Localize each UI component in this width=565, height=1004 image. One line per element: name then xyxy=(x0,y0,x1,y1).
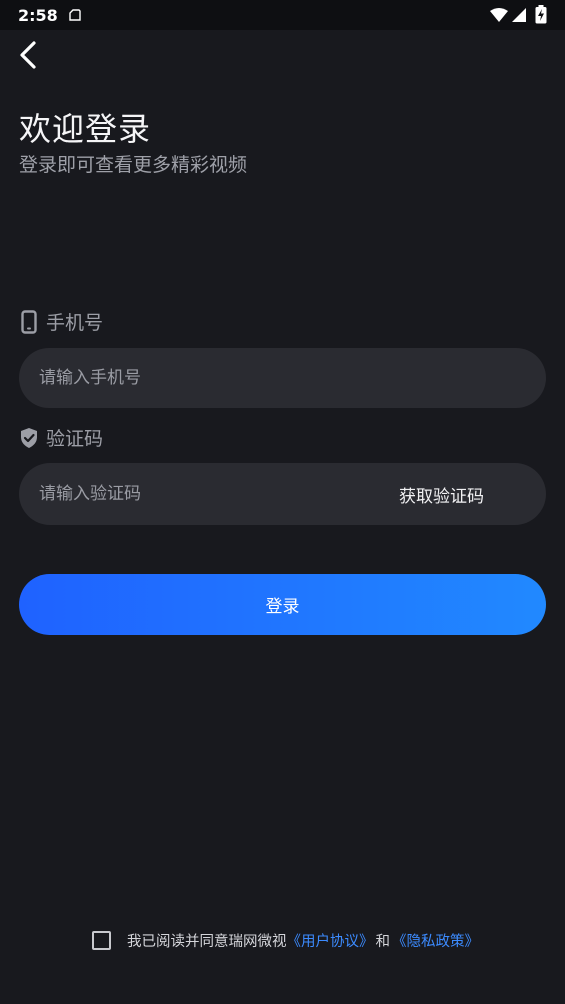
privacy-policy-link[interactable]: 《隐私政策》 xyxy=(392,930,479,951)
agreement-and-text: 和 xyxy=(375,934,391,950)
user-agreement-link[interactable]: 《用户协议》 xyxy=(287,930,374,951)
phone-label: 手机号 xyxy=(20,308,103,335)
battery-charging-icon xyxy=(535,5,547,24)
back-button[interactable] xyxy=(14,38,46,72)
login-screen: 2:58 欢迎登录 登录即可查看更多精彩视频 手机号 请输入手机号 验证码 请输… xyxy=(0,0,565,1004)
status-time: 2:58 xyxy=(18,6,58,25)
code-label-text: 验证码 xyxy=(46,428,104,450)
notification-icon xyxy=(69,9,81,21)
shield-check-icon xyxy=(21,427,37,448)
signal-icon xyxy=(512,8,526,22)
phone-input[interactable] xyxy=(39,348,369,408)
agreement-text: 我已阅读并同意瑞网微视 xyxy=(127,934,287,950)
page-subtitle: 登录即可查看更多精彩视频 xyxy=(19,154,248,176)
code-input-container: 获取验证码 xyxy=(19,463,546,525)
status-bar: 2:58 xyxy=(0,0,565,30)
agreement: 我已阅读并同意瑞网微视 《用户协议》 和 《隐私政策》 xyxy=(92,930,479,951)
wifi-icon xyxy=(490,8,508,22)
phone-icon xyxy=(21,309,37,334)
phone-label-text: 手机号 xyxy=(46,312,104,334)
agree-checkbox[interactable] xyxy=(92,931,111,950)
code-label: 验证码 xyxy=(20,424,103,451)
phone-input-container xyxy=(19,348,546,408)
login-button[interactable]: 登录 xyxy=(19,574,546,635)
code-input[interactable] xyxy=(39,463,369,525)
get-code-button[interactable]: 获取验证码 xyxy=(399,463,484,525)
page-title: 欢迎登录 xyxy=(19,110,152,148)
